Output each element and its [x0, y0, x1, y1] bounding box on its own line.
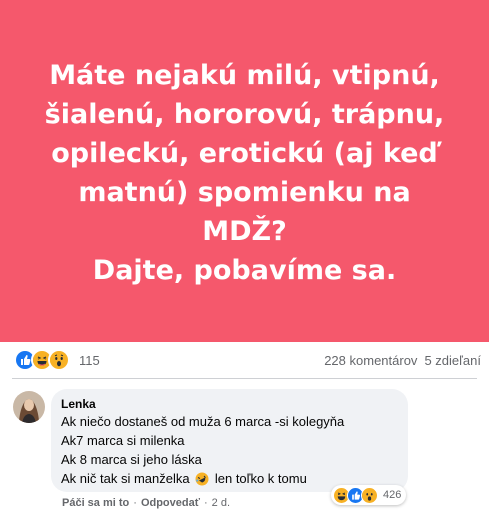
- shares-count[interactable]: 5 zdieľaní: [424, 353, 481, 368]
- comment-author[interactable]: Lenka: [61, 397, 398, 412]
- comment-reactions[interactable]: 426: [331, 485, 407, 505]
- wow-icon: [48, 349, 70, 371]
- post-headline: Máte nejakú milú, vtipnú, šialenú, horor…: [44, 59, 445, 286]
- comment-line-4-start: Ak nič tak si manželka: [61, 471, 190, 486]
- comment-line-2: Ak7 marca si milenka: [61, 433, 185, 448]
- comment-line-1: Ak niečo dostaneš od muža 6 marca -si ko…: [61, 414, 345, 429]
- comment-timestamp[interactable]: 2 d.: [212, 497, 230, 509]
- rolling-laughing-emoji-icon: [195, 472, 209, 486]
- reply-link[interactable]: Odpovedať: [141, 497, 200, 509]
- post-image[interactable]: Máte nejakú milú, vtipnú, šialenú, horor…: [0, 0, 489, 342]
- comment-line-3: Ak 8 marca si jeho láska: [61, 452, 202, 467]
- separator: ·: [133, 497, 137, 509]
- comment-actions: Páči sa mi to · Odpovedať · 2 d.: [62, 497, 230, 509]
- comment-bubble: Lenka Ak niečo dostaneš od muža 6 marca …: [51, 389, 408, 492]
- post-stats: 228 komentárov 5 zdieľaní: [324, 353, 481, 368]
- divider: [12, 378, 477, 379]
- comment-line-4-end: len toľko k tomu: [214, 471, 307, 486]
- reaction-bar: 115 228 komentárov 5 zdieľaní: [0, 342, 489, 378]
- like-comment-link[interactable]: Páči sa mi to: [62, 497, 129, 509]
- reaction-count[interactable]: 115: [79, 353, 100, 368]
- separator: ·: [204, 497, 208, 509]
- wow-icon: [361, 486, 378, 504]
- avatar[interactable]: [13, 391, 45, 423]
- comments-count[interactable]: 228 komentárov: [324, 353, 417, 368]
- comment-reaction-count: 426: [383, 489, 402, 501]
- reaction-icons[interactable]: [14, 349, 70, 371]
